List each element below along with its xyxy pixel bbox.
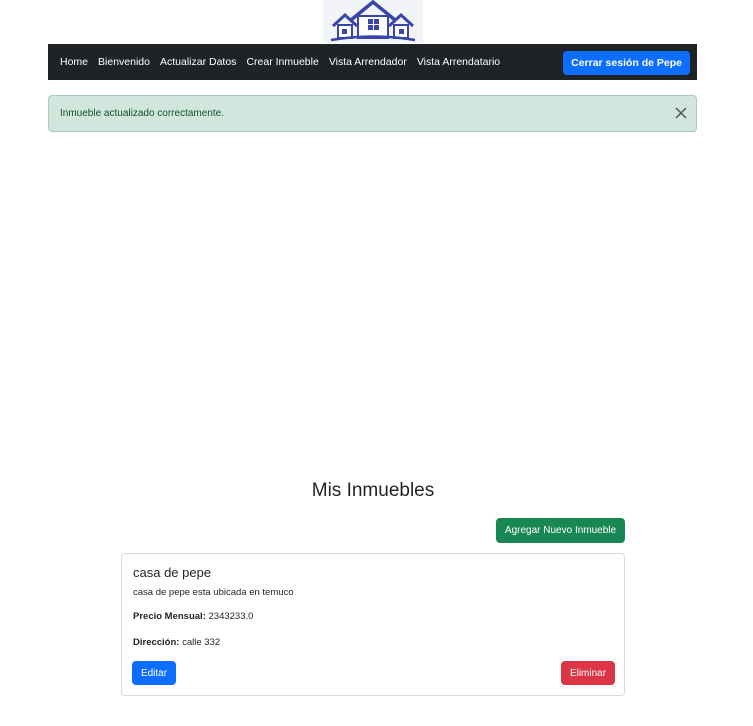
add-property-button[interactable]: Agregar Nuevo Inmueble	[496, 518, 625, 543]
nav-link-actualizar-datos[interactable]: Actualizar Datos	[160, 56, 236, 68]
edit-button[interactable]: Editar	[132, 661, 176, 685]
property-name: casa de pepe	[133, 565, 212, 580]
close-icon[interactable]	[674, 106, 688, 120]
delete-button[interactable]: Eliminar	[561, 661, 615, 685]
property-address: Dirección: calle 332	[133, 637, 220, 648]
address-label: Dirección:	[133, 637, 180, 648]
nav-link-crear-inmueble[interactable]: Crear Inmueble	[246, 56, 318, 68]
nav-link-vista-arrendador[interactable]: Vista Arrendador	[329, 56, 407, 68]
property-description: casa de pepe esta ubicada en temuco	[133, 587, 294, 598]
price-label: Precio Mensual:	[133, 611, 206, 622]
alert-message: Inmueble actualizado correctamente.	[60, 108, 224, 119]
property-card: casa de pepe casa de pepe esta ubicada e…	[121, 553, 625, 696]
nav-link-bienvenido[interactable]: Bienvenido	[98, 56, 150, 68]
main-navbar: Home Bienvenido Actualizar Datos Crear I…	[48, 44, 697, 80]
address-value: calle 332	[182, 637, 221, 648]
property-price: Precio Mensual: 2343233.0	[133, 611, 253, 622]
page-title: Mis Inmuebles	[311, 480, 435, 501]
price-value: 2343233.0	[208, 611, 254, 622]
success-alert: Inmueble actualizado correctamente.	[48, 95, 697, 132]
houses-logo-icon	[323, 0, 423, 43]
nav-link-home[interactable]: Home	[60, 56, 88, 68]
logout-button[interactable]: Cerrar sesión de Pepe	[563, 51, 690, 75]
nav-link-vista-arrendatario[interactable]: Vista Arrendatario	[417, 56, 500, 68]
